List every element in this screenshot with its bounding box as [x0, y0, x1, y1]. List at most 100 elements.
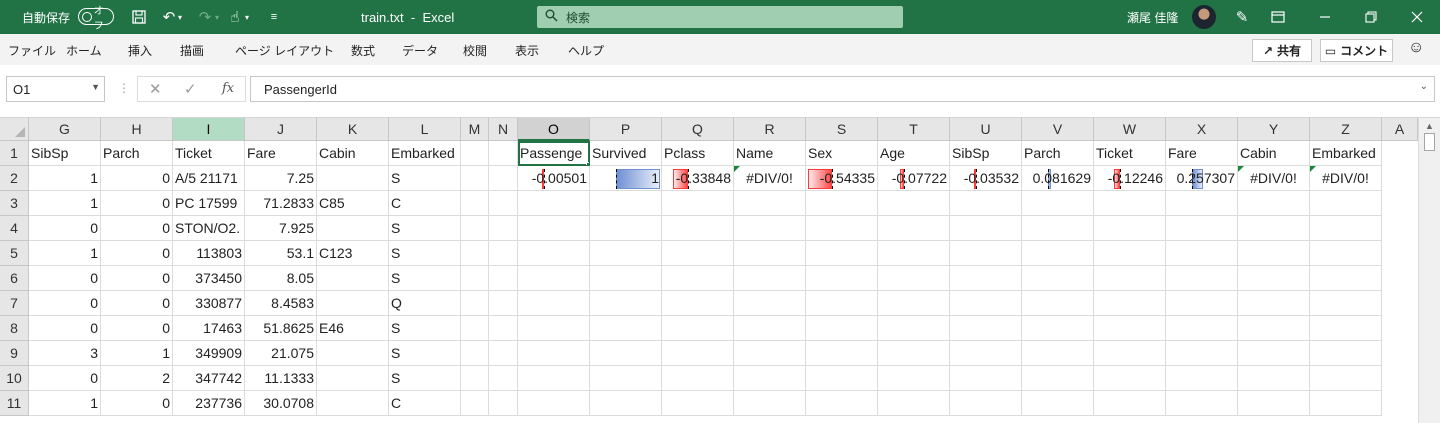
column-header-r[interactable]: R	[734, 118, 806, 141]
cell-g4[interactable]: 0	[29, 216, 101, 241]
cell-o10[interactable]	[518, 366, 590, 391]
cell-i7[interactable]: 330877	[173, 291, 245, 316]
cell-t3[interactable]	[878, 191, 950, 216]
cell-o4[interactable]	[518, 216, 590, 241]
cell-i4[interactable]: STON/O2.	[173, 216, 245, 241]
column-header-z[interactable]: Z	[1310, 118, 1382, 141]
cell-q9[interactable]	[662, 341, 734, 366]
search-box[interactable]: 検索	[537, 6, 903, 28]
cell-q11[interactable]	[662, 391, 734, 416]
cell-l4[interactable]: S	[389, 216, 461, 241]
column-header-k[interactable]: K	[317, 118, 389, 141]
cell-q2[interactable]: -0.33848	[662, 166, 734, 191]
error-indicator-icon[interactable]	[734, 166, 740, 172]
cell-g10[interactable]: 0	[29, 366, 101, 391]
cell-z9[interactable]	[1310, 341, 1382, 366]
cell-p5[interactable]	[590, 241, 662, 266]
cell-x9[interactable]	[1166, 341, 1238, 366]
column-header-h[interactable]: H	[101, 118, 173, 141]
comment-button[interactable]: ▭ コメント	[1320, 39, 1393, 62]
cell-k8[interactable]: E46	[317, 316, 389, 341]
column-header-m[interactable]: M	[461, 118, 489, 141]
cell-p4[interactable]	[590, 216, 662, 241]
cell-y8[interactable]	[1238, 316, 1310, 341]
menu-page-layout[interactable]: ページ レイアウト	[235, 42, 334, 59]
cell-v4[interactable]	[1022, 216, 1094, 241]
cell-z3[interactable]	[1310, 191, 1382, 216]
column-header-o[interactable]: O	[518, 118, 590, 141]
cell-h3[interactable]: 0	[101, 191, 173, 216]
cell-k4[interactable]	[317, 216, 389, 241]
menu-formulas[interactable]: 数式	[351, 42, 375, 59]
cell-x11[interactable]	[1166, 391, 1238, 416]
cell-s5[interactable]	[806, 241, 878, 266]
cell-m9[interactable]	[461, 341, 489, 366]
cell-m11[interactable]	[461, 391, 489, 416]
cell-y9[interactable]	[1238, 341, 1310, 366]
cell-g11[interactable]: 1	[29, 391, 101, 416]
feedback-smiley-icon[interactable]: ☺	[1408, 39, 1424, 57]
close-icon[interactable]	[1405, 0, 1429, 34]
vertical-scrollbar[interactable]: ▲	[1418, 118, 1440, 423]
cell-y4[interactable]	[1238, 216, 1310, 241]
cell-u4[interactable]	[950, 216, 1022, 241]
cell-t5[interactable]	[878, 241, 950, 266]
cell-z11[interactable]	[1310, 391, 1382, 416]
cell-t6[interactable]	[878, 266, 950, 291]
formula-input[interactable]: PassengerId ⌄	[250, 76, 1435, 102]
cell-j1[interactable]: Fare	[245, 141, 317, 166]
cell-m5[interactable]	[461, 241, 489, 266]
row-header-2[interactable]: 2	[0, 166, 29, 191]
cell-q5[interactable]	[662, 241, 734, 266]
cell-w8[interactable]	[1094, 316, 1166, 341]
cell-z5[interactable]	[1310, 241, 1382, 266]
cell-v9[interactable]	[1022, 341, 1094, 366]
cell-s7[interactable]	[806, 291, 878, 316]
cell-w3[interactable]	[1094, 191, 1166, 216]
cell-x1[interactable]: Fare	[1166, 141, 1238, 166]
cell-h5[interactable]: 0	[101, 241, 173, 266]
cell-v5[interactable]	[1022, 241, 1094, 266]
cell-w10[interactable]	[1094, 366, 1166, 391]
column-header-w[interactable]: W	[1094, 118, 1166, 141]
cell-l9[interactable]: S	[389, 341, 461, 366]
cell-h9[interactable]: 1	[101, 341, 173, 366]
error-indicator-icon[interactable]	[1238, 166, 1244, 172]
minimize-icon[interactable]	[1313, 0, 1337, 34]
cell-u9[interactable]	[950, 341, 1022, 366]
cell-t2[interactable]: -0.07722	[878, 166, 950, 191]
cell-p2[interactable]: 1	[590, 166, 662, 191]
cell-h2[interactable]: 0	[101, 166, 173, 191]
touch-dropdown-icon[interactable]: ▾	[242, 0, 252, 34]
cell-n3[interactable]	[489, 191, 518, 216]
cell-l2[interactable]: S	[389, 166, 461, 191]
cell-q3[interactable]	[662, 191, 734, 216]
cell-v3[interactable]	[1022, 191, 1094, 216]
cell-j3[interactable]: 71.2833	[245, 191, 317, 216]
cell-j8[interactable]: 51.8625	[245, 316, 317, 341]
cell-r8[interactable]	[734, 316, 806, 341]
cell-o1[interactable]: Passenge	[518, 141, 590, 166]
column-header-p[interactable]: P	[590, 118, 662, 141]
cell-v8[interactable]	[1022, 316, 1094, 341]
cell-s4[interactable]	[806, 216, 878, 241]
cell-p11[interactable]	[590, 391, 662, 416]
cell-o8[interactable]	[518, 316, 590, 341]
cell-q8[interactable]	[662, 316, 734, 341]
expand-formula-bar-icon[interactable]: ⌄	[1420, 81, 1428, 92]
cell-p7[interactable]	[590, 291, 662, 316]
cell-z4[interactable]	[1310, 216, 1382, 241]
cell-y7[interactable]	[1238, 291, 1310, 316]
cell-p10[interactable]	[590, 366, 662, 391]
cell-q6[interactable]	[662, 266, 734, 291]
cell-v7[interactable]	[1022, 291, 1094, 316]
cell-l10[interactable]: S	[389, 366, 461, 391]
cell-u5[interactable]	[950, 241, 1022, 266]
cell-u1[interactable]: SibSp	[950, 141, 1022, 166]
cell-y11[interactable]	[1238, 391, 1310, 416]
row-header-4[interactable]: 4	[0, 216, 29, 241]
cell-k6[interactable]	[317, 266, 389, 291]
row-header-6[interactable]: 6	[0, 266, 29, 291]
column-header-v[interactable]: V	[1022, 118, 1094, 141]
cell-x8[interactable]	[1166, 316, 1238, 341]
